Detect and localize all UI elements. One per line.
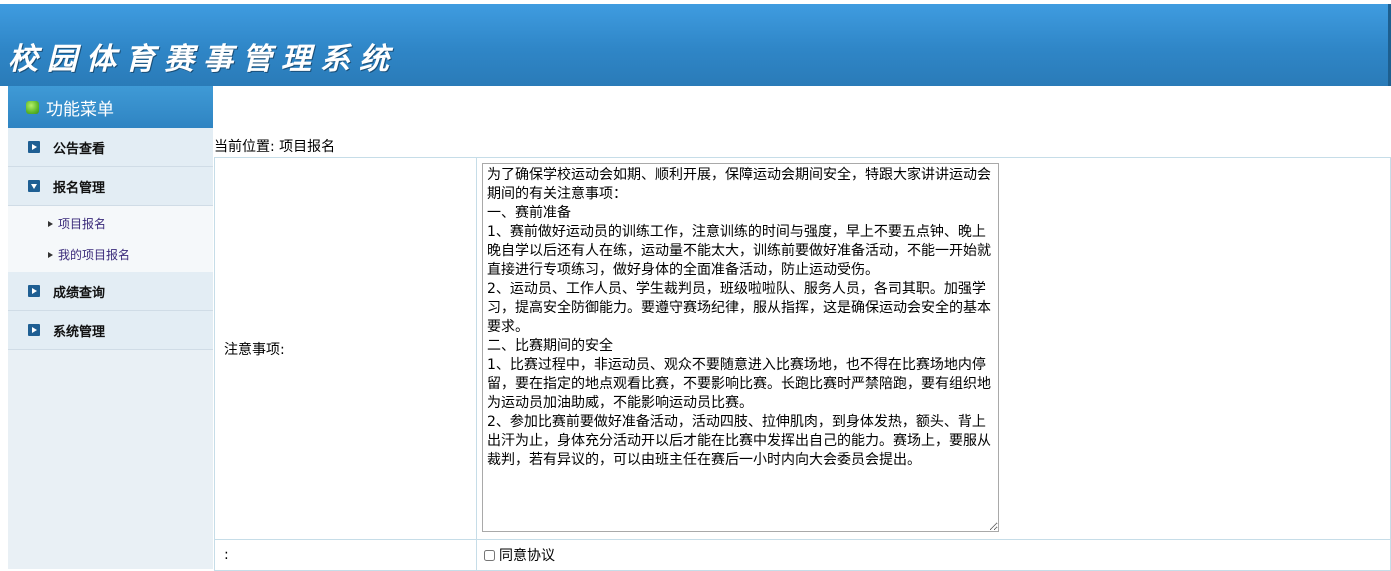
bullet-triangle-icon: [48, 251, 53, 258]
submenu-registration: 项目报名 我的项目报名: [8, 206, 213, 272]
menu-header: 功能菜单: [8, 86, 213, 128]
submenu-item-label: 项目报名: [58, 217, 107, 231]
sidebar-item-label: 报名管理: [53, 180, 106, 196]
agree-option[interactable]: 同意协议: [482, 545, 1390, 565]
breadcrumb: 当前位置: 项目报名: [214, 139, 336, 155]
menu-header-label: 功能菜单: [46, 99, 114, 120]
bullet-triangle-icon: [48, 220, 53, 227]
agree-checkbox-label: 同意协议: [499, 548, 555, 564]
sidebar-item-label: 公告查看: [53, 141, 106, 157]
sidebar-item-announcements[interactable]: 公告查看: [8, 128, 213, 167]
agree-cell: 同意协议: [476, 539, 1391, 571]
sidebar-item-label: 系统管理: [53, 324, 106, 340]
expand-arrow-icon: [28, 324, 40, 336]
agree-row: : 同意协议: [214, 539, 1391, 571]
submenu-item-project-registration[interactable]: 项目报名: [8, 208, 213, 239]
notice-cell: 为了确保学校运动会如期、顺利开展，保障运动会期间安全，特跟大家讲讲运动会期间的有…: [476, 157, 1391, 540]
submenu-item-my-registrations[interactable]: 我的项目报名: [8, 239, 213, 270]
sidebar-item-system[interactable]: 系统管理: [8, 311, 213, 350]
notice-row: 注意事项: 为了确保学校运动会如期、顺利开展，保障运动会期间安全，特跟大家讲讲运…: [214, 157, 1391, 540]
sidebar-item-label: 成绩查询: [53, 285, 106, 301]
sidebar-item-results[interactable]: 成绩查询: [8, 272, 213, 311]
submenu-item-label: 我的项目报名: [58, 248, 131, 262]
collapse-arrow-icon: [28, 180, 40, 192]
sidebar-item-registration[interactable]: 报名管理: [8, 167, 213, 206]
notice-textarea[interactable]: 为了确保学校运动会如期、顺利开展，保障运动会期间安全，特跟大家讲讲运动会期间的有…: [482, 163, 999, 532]
expand-arrow-icon: [28, 141, 40, 153]
cube-icon: [26, 100, 39, 114]
notice-label: 注意事项:: [214, 157, 477, 540]
app-title: 校园体育赛事管理系统: [8, 42, 398, 77]
sidebar: 功能菜单 公告查看 报名管理 项目报名 我的项目报名 成绩查询 系统管理: [8, 86, 213, 569]
registration-form: 注意事项: 为了确保学校运动会如期、顺利开展，保障运动会期间安全，特跟大家讲讲运…: [214, 157, 1391, 571]
agree-checkbox[interactable]: [484, 549, 495, 561]
agree-row-label: :: [214, 539, 477, 571]
expand-arrow-icon: [28, 285, 40, 297]
